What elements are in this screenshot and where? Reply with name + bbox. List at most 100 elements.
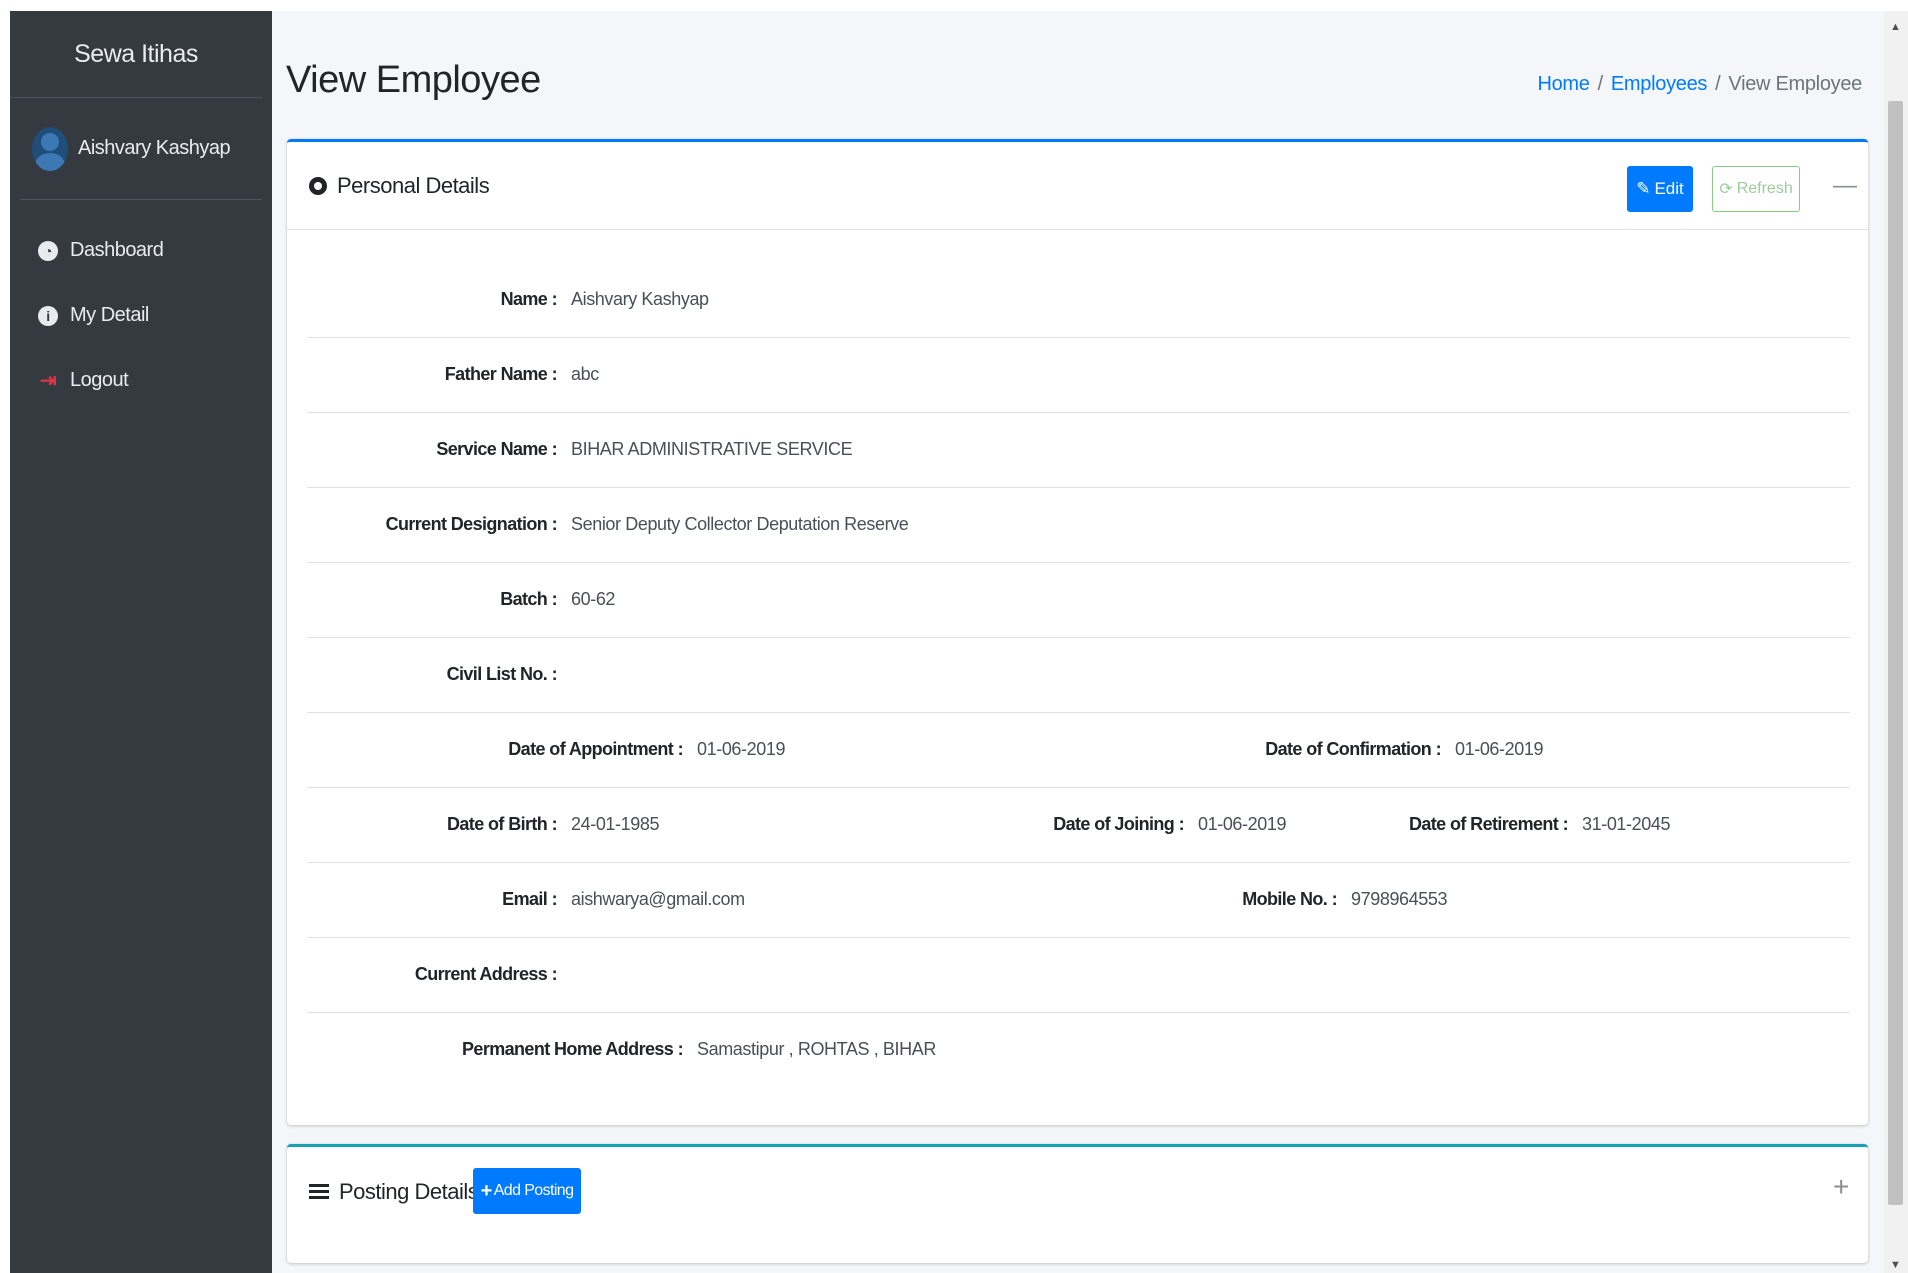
detail-row-father: Father Name : abc (307, 337, 1850, 413)
scroll-down-icon[interactable]: ▼ (1890, 1259, 1901, 1271)
sidebar-item-label: Logout (70, 369, 129, 391)
value-cell (557, 937, 571, 1012)
value-cell: 31-01-2045 (1568, 787, 1670, 862)
value-cell: aishwarya@gmail.com (557, 862, 745, 937)
personal-details-card: Personal Details ✎ Edit ⟳ Refresh — Name… (287, 139, 1868, 1125)
value-cell: Aishvary Kashyap (557, 262, 709, 337)
detail-row-contact: Email : aishwarya@gmail.com Mobile No. :… (307, 862, 1850, 938)
personal-details-header: Personal Details ✎ Edit ⟳ Refresh — (287, 142, 1868, 230)
service-label: Service Name : (436, 439, 557, 459)
logout-icon: ⇥ (39, 370, 57, 392)
confirmation-label: Date of Confirmation : (1265, 739, 1441, 759)
value-cell: 01-06-2019 (1184, 787, 1286, 862)
scrollbar[interactable]: ▲ ▼ (1884, 11, 1908, 1273)
window-top-strip (0, 0, 1908, 11)
permanent-address-label: Permanent Home Address : (462, 1039, 684, 1059)
name-label: Name : (500, 289, 558, 309)
info-icon: i (38, 305, 58, 326)
expand-icon[interactable]: + (1833, 1171, 1849, 1203)
sidebar: Sewa Itihas Aishvary Kashyap ◔ Dashboard… (10, 11, 272, 1273)
label-cell: Permanent Home Address : (307, 1012, 684, 1087)
breadcrumb-separator: / (1715, 73, 1721, 95)
brand[interactable]: Sewa Itihas (10, 11, 262, 98)
retirement-label: Date of Retirement : (1408, 814, 1569, 834)
father-label: Father Name : (444, 364, 558, 384)
label-cell: Date of Appointment : (307, 712, 683, 787)
label-cell: Father Name : (307, 337, 558, 412)
value-cell: 01-06-2019 (683, 712, 785, 787)
add-posting-label: Add Posting (493, 1182, 574, 1199)
collapse-icon[interactable]: — (1833, 172, 1857, 200)
retirement-value: 31-01-2045 (1582, 814, 1671, 834)
appointment-label: Date of Appointment : (508, 739, 683, 759)
label-cell: Current Designation : (307, 487, 558, 562)
current-address-label: Current Address : (414, 964, 558, 984)
scroll-up-icon[interactable]: ▲ (1890, 21, 1901, 33)
label-cell: Batch : (307, 562, 557, 637)
user-panel[interactable]: Aishvary Kashyap (20, 98, 262, 200)
batch-label: Batch : (500, 589, 557, 609)
name-value: Aishvary Kashyap (571, 289, 709, 309)
father-value: abc (571, 364, 599, 384)
email-label: Email : (502, 889, 557, 909)
value-cell: BIHAR ADMINISTRATIVE SERVICE (557, 412, 853, 487)
designation-label: Current Designation : (385, 514, 558, 534)
add-posting-button[interactable]: + Add Posting (473, 1168, 581, 1214)
civil-list-label: Civil List No. : (446, 664, 558, 684)
value-cell: 01-06-2019 (1441, 712, 1543, 787)
label-cell: Date of Birth : (307, 787, 558, 862)
service-value: BIHAR ADMINISTRATIVE SERVICE (571, 439, 853, 459)
detail-row-dates: Date of Birth : 24-01-1985 Date of Joini… (307, 787, 1850, 863)
sidebar-item-dashboard[interactable]: ◔ Dashboard (10, 218, 272, 283)
label-cell: Current Address : (307, 937, 558, 1012)
label-cell: Service Name : (307, 412, 557, 487)
refresh-button[interactable]: ⟳ Refresh (1712, 166, 1800, 212)
scrollbar-thumb[interactable] (1888, 101, 1903, 1205)
label-cell: Date of Joining : (807, 787, 1184, 862)
value-cell (557, 637, 571, 712)
label-cell: Mobile No. : (1067, 862, 1337, 937)
value-cell: 60-62 (557, 562, 615, 637)
dob-value: 24-01-1985 (571, 814, 660, 834)
label-cell: Date of Retirement : (1307, 787, 1569, 862)
detail-row-permanent-address: Permanent Home Address : Samastipur , RO… (307, 1012, 1850, 1087)
value-cell: 9798964553 (1337, 862, 1448, 937)
label-cell: Name : (307, 262, 558, 337)
breadcrumb-home[interactable]: Home (1537, 73, 1589, 95)
edit-button[interactable]: ✎ Edit (1627, 166, 1693, 212)
sidebar-nav: ◔ Dashboard i My Detail ⇥ Logout (10, 200, 272, 413)
detail-row-designation: Current Designation : Senior Deputy Coll… (307, 487, 1850, 563)
label-cell: Email : (307, 862, 557, 937)
list-icon (309, 1184, 329, 1200)
avatar (32, 126, 68, 171)
value-cell: Senior Deputy Collector Deputation Reser… (557, 487, 909, 562)
plus-icon: + (480, 1179, 493, 1202)
sidebar-item-logout[interactable]: ⇥ Logout (10, 348, 272, 413)
breadcrumb-employees[interactable]: Employees (1611, 73, 1708, 95)
appointment-value: 01-06-2019 (697, 739, 786, 759)
breadcrumb-current: View Employee (1728, 73, 1862, 95)
user-name: Aishvary Kashyap (78, 137, 231, 159)
edit-button-label: Edit (1654, 179, 1684, 198)
eye-icon (309, 176, 327, 195)
designation-value: Senior Deputy Collector Deputation Reser… (571, 514, 909, 534)
sidebar-item-my-detail[interactable]: i My Detail (10, 283, 272, 348)
joining-value: 01-06-2019 (1198, 814, 1287, 834)
sidebar-item-label: My Detail (70, 304, 149, 326)
refresh-button-label: Refresh (1736, 180, 1793, 197)
dashboard-icon: ◔ (38, 240, 58, 261)
joining-label: Date of Joining : (1053, 814, 1184, 834)
permanent-address-value: Samastipur , ROHTAS , BIHAR (697, 1039, 936, 1059)
dob-label: Date of Birth : (447, 814, 558, 834)
content-area: View Employee Home / Employees / View Employ… (272, 11, 1884, 1273)
batch-value: 60-62 (571, 589, 616, 609)
breadcrumb-separator: / (1597, 73, 1604, 95)
page-title: View Employee (286, 59, 541, 101)
breadcrumb: Home / Employees / View Employee (1537, 73, 1862, 96)
detail-row-current-address: Current Address : (307, 937, 1850, 1013)
value-cell: abc (557, 337, 599, 412)
sidebar-item-label: Dashboard (70, 239, 164, 261)
email-value: aishwarya@gmail.com (571, 889, 745, 909)
value-cell: 24-01-1985 (557, 787, 659, 862)
refresh-icon: ⟳ (1719, 181, 1733, 198)
